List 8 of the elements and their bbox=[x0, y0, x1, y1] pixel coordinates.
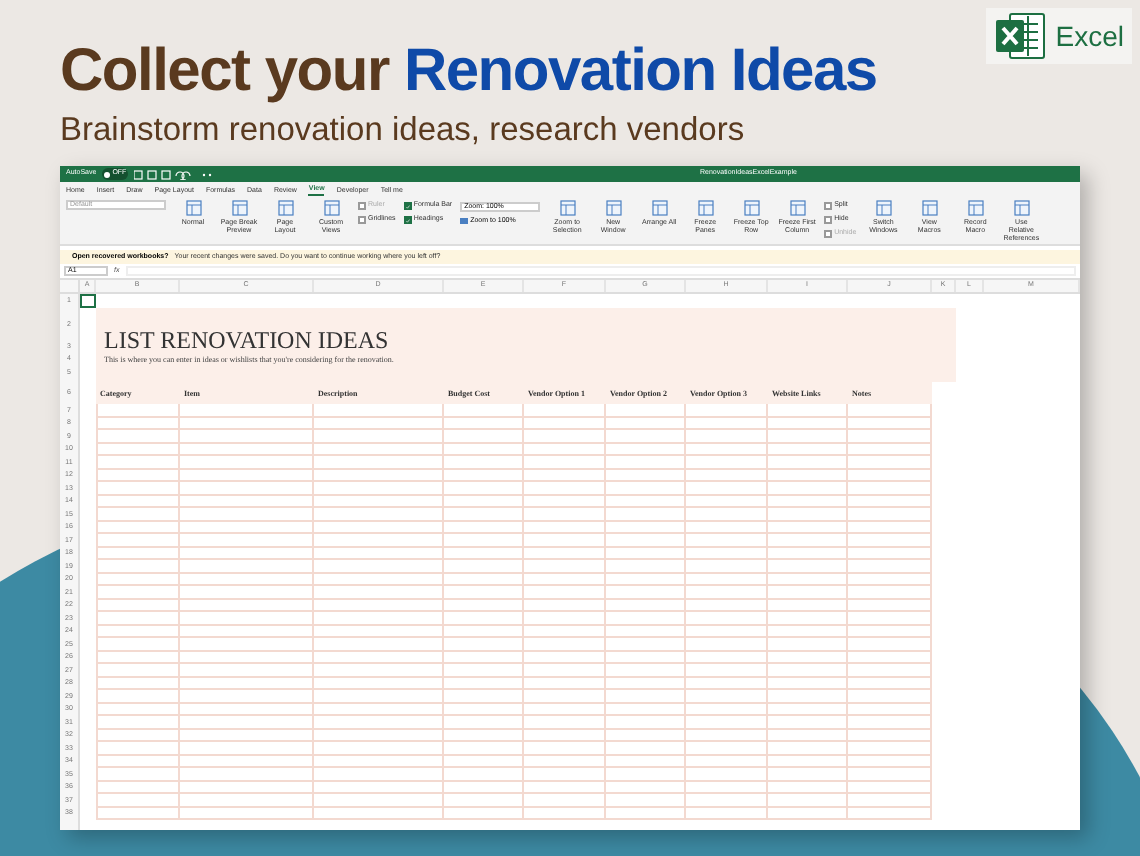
app-label: Excel bbox=[1055, 17, 1124, 55]
subheadline: Brainstorm renovation ideas, research vendors bbox=[60, 110, 747, 152]
formula-input[interactable] bbox=[125, 266, 1076, 276]
spreadsheet-logo-icon bbox=[993, 12, 1046, 60]
checkmark-icon bbox=[405, 203, 410, 209]
checkmark-icon bbox=[405, 217, 410, 223]
sheet-title: LIST RENOVATION IDEAS bbox=[104, 327, 391, 351]
selected-cell[interactable] bbox=[80, 294, 96, 308]
